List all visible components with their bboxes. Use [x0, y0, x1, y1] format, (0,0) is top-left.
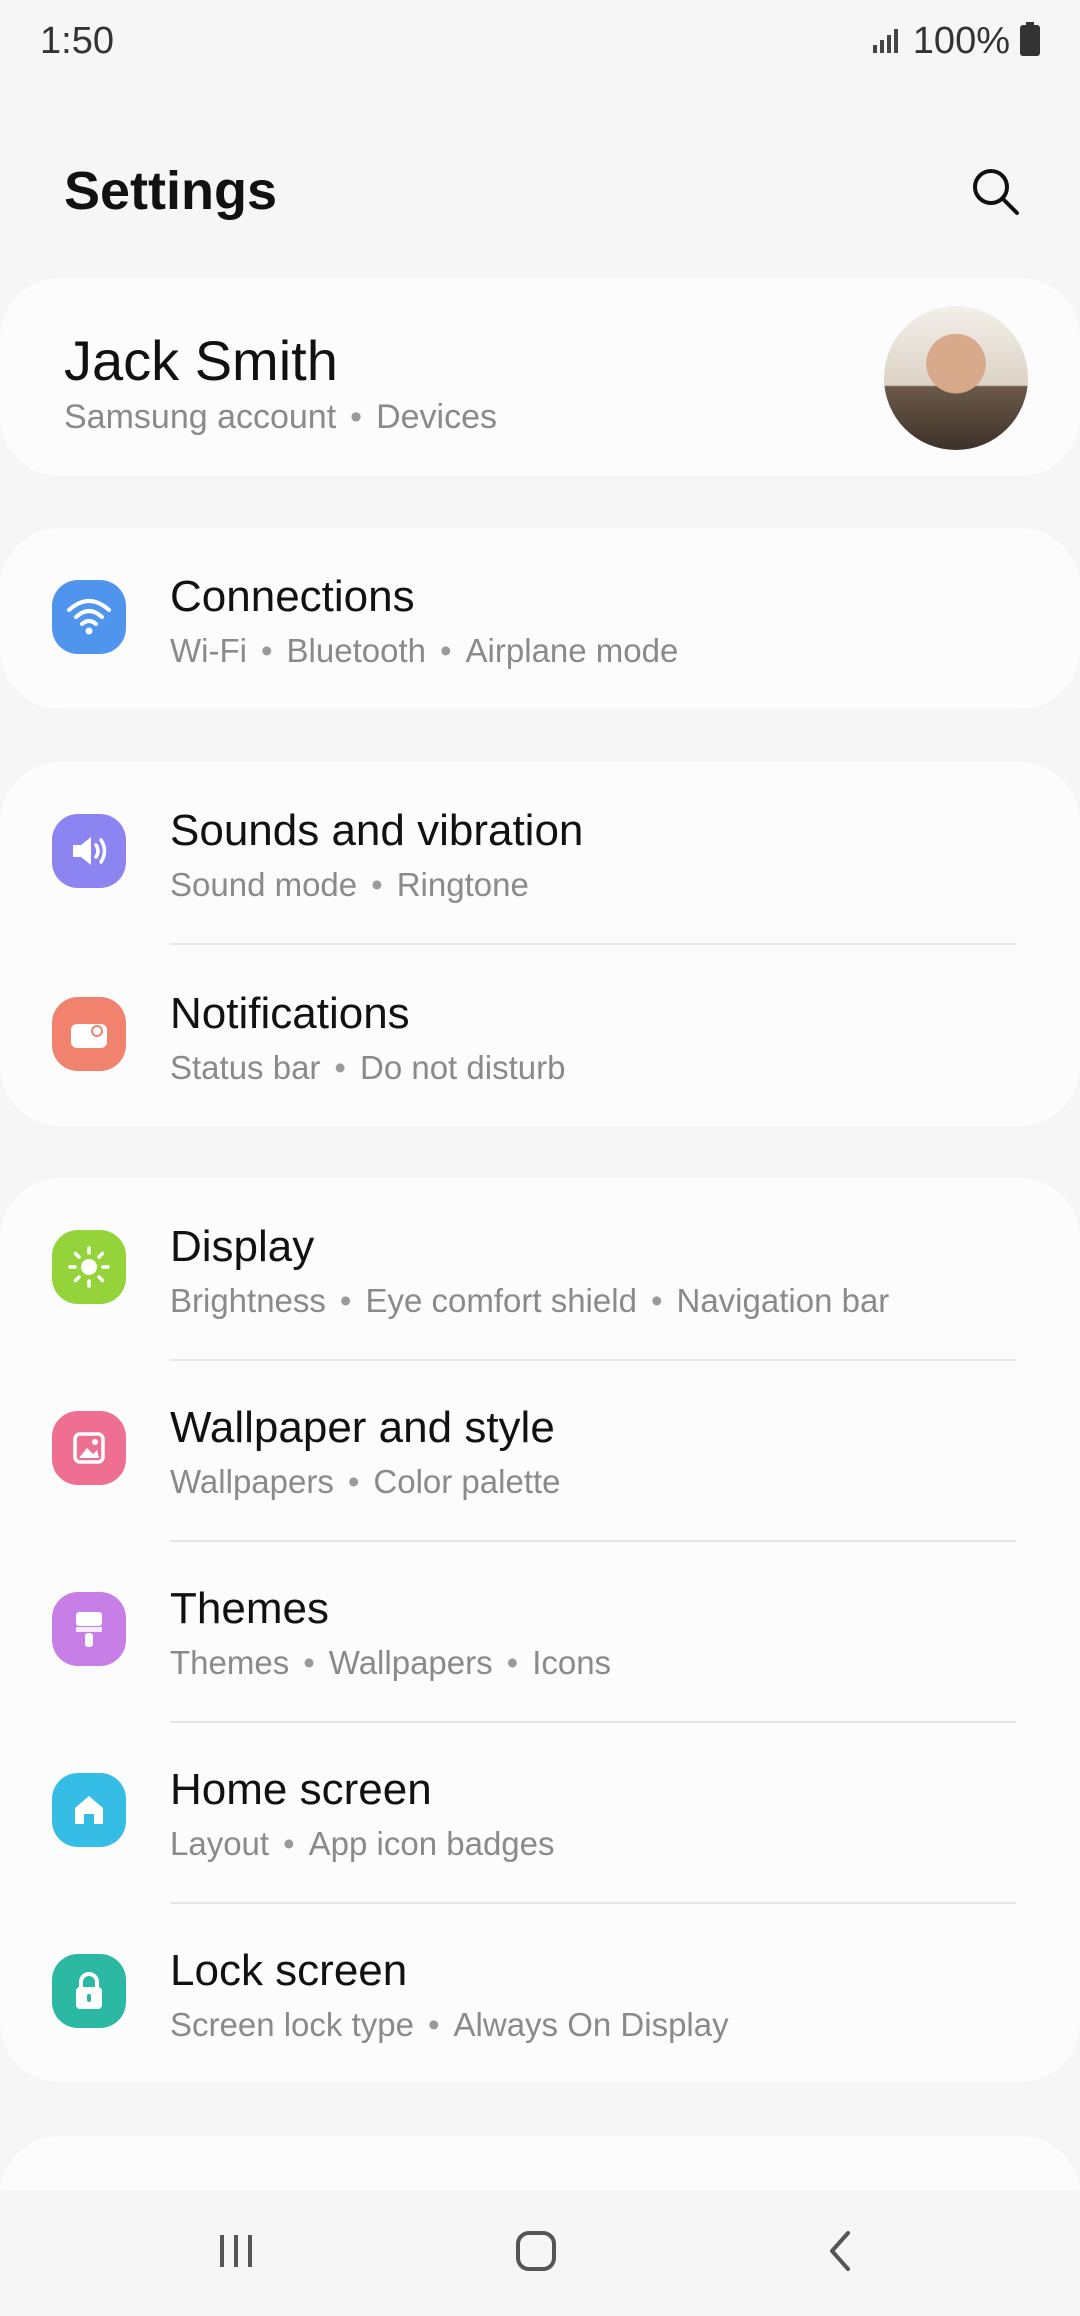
setting-title: Home screen: [170, 1765, 432, 1814]
setting-title: Display: [170, 1222, 315, 1271]
recent-apps-button[interactable]: [196, 2218, 276, 2288]
setting-item-notifications[interactable]: Notifications Status bar • Do not disturb: [0, 945, 1080, 1126]
setting-subtitle: Wi-Fi • Bluetooth • Airplane mode: [170, 632, 679, 669]
wallpaper-icon: [52, 1411, 126, 1485]
wifi-icon: [52, 580, 126, 654]
setting-item-sounds-and-vibration[interactable]: Sounds and vibration Sound mode • Ringtone: [0, 762, 1080, 943]
setting-subtitle: Status bar • Do not disturb: [170, 1049, 566, 1086]
setting-item-home-screen[interactable]: Home screen Layout • App icon badges: [0, 1721, 1080, 1902]
settings-group: Connections Wi-Fi • Bluetooth • Airplane mod…: [0, 528, 1080, 709]
settings-screen: 1:50 100% Settings Jack Smith Samsung ac…: [0, 0, 1080, 2316]
home-button[interactable]: [496, 2218, 576, 2288]
back-icon: [822, 2229, 858, 2278]
brightness-icon: [52, 1230, 126, 1304]
setting-subtitle: Themes • Wallpapers • Icons: [170, 1644, 612, 1681]
status-bar: 1:50 100%: [0, 0, 1080, 84]
battery-icon: [1020, 22, 1040, 61]
navigation-bar: [0, 2190, 1080, 2316]
setting-title: Themes: [170, 1584, 329, 1633]
setting-subtitle: Wallpapers • Color palette: [170, 1463, 561, 1500]
volume-icon: [52, 814, 126, 888]
account-subtitle: Samsung account • Devices: [64, 398, 498, 436]
lock-icon: [52, 1954, 126, 2028]
back-button[interactable]: [800, 2218, 880, 2288]
account-card[interactable]: Jack Smith Samsung account • Devices: [0, 278, 1080, 476]
avatar[interactable]: [884, 306, 1028, 450]
setting-item-display[interactable]: Display Brightness • Eye comfort shield • Na…: [0, 1178, 1080, 1359]
settings-group: Display Brightness • Eye comfort shield • Na…: [0, 1178, 1080, 2082]
setting-subtitle: Brightness • Eye comfort shield • Navigation…: [170, 1282, 890, 1319]
notification-icon: [52, 997, 126, 1071]
signal-icon: [872, 25, 903, 58]
setting-title: Sounds and vibration: [170, 806, 584, 855]
account-sub-item: Samsung account: [64, 398, 337, 436]
page-title: Settings: [64, 161, 278, 221]
status-right: 100%: [872, 20, 1040, 63]
setting-title: Lock screen: [170, 1946, 408, 1995]
setting-title: Wallpaper and style: [170, 1403, 555, 1452]
search-button[interactable]: [960, 158, 1030, 228]
setting-item-wallpaper-and-style[interactable]: Wallpaper and style Wallpapers • Color pal…: [0, 1359, 1080, 1540]
home-screen-icon: [52, 1773, 126, 1847]
account-sub-item: Devices: [376, 398, 498, 436]
account-name: Jack Smith: [64, 329, 338, 392]
battery-percentage: 100%: [912, 20, 1010, 62]
setting-subtitle: Screen lock type • Always On Display: [170, 2006, 729, 2043]
setting-title: Notifications: [170, 989, 410, 1038]
themes-icon: [52, 1592, 126, 1666]
status-time: 1:50: [40, 20, 114, 62]
setting-item-connections[interactable]: Connections Wi-Fi • Bluetooth • Airplane mod…: [0, 528, 1080, 709]
setting-item-lock-screen[interactable]: Lock screen Screen lock type • Always On D…: [0, 1902, 1080, 2083]
recent-apps-icon: [216, 2231, 256, 2276]
search-icon: [969, 165, 1021, 222]
setting-title: Connections: [170, 572, 415, 621]
setting-item-themes[interactable]: Themes Themes • Wallpapers • Icons: [0, 1540, 1080, 1721]
setting-subtitle: Sound mode • Ringtone: [170, 866, 529, 903]
header: Settings: [0, 150, 1080, 240]
home-icon: [514, 2229, 558, 2278]
settings-group: Sounds and vibration Sound mode • Ringtone…: [0, 762, 1080, 1126]
setting-subtitle: Layout • App icon badges: [170, 1825, 555, 1862]
